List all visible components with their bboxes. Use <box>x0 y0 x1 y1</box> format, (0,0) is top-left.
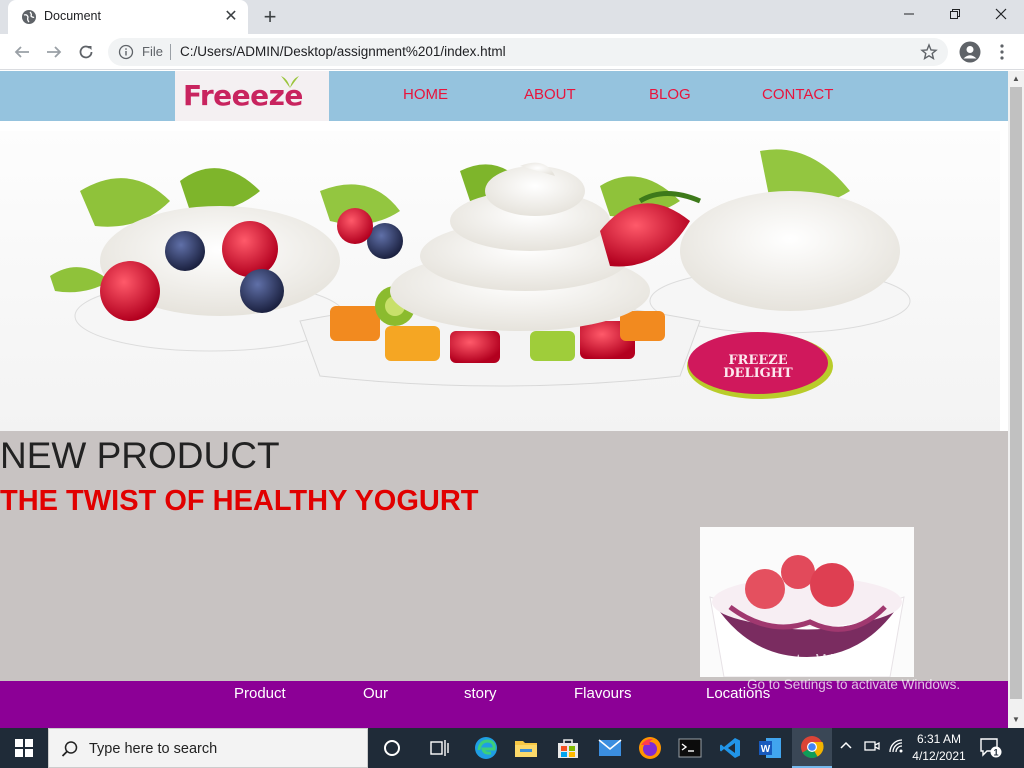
nav-blog[interactable]: BLOG <box>649 86 691 103</box>
close-icon <box>995 8 1007 20</box>
close-window-button[interactable] <box>978 0 1024 30</box>
product-title: NEW PRODUCT <box>0 435 280 476</box>
nav-about[interactable]: ABOUT <box>524 86 576 103</box>
vscode-app[interactable] <box>710 728 750 768</box>
system-clock[interactable]: 6:31 AM 4/12/2021 <box>904 731 974 765</box>
clock-date: 4/12/2021 <box>912 749 966 763</box>
url-scheme-label: File <box>142 44 163 59</box>
activate-windows-hint: Go to Settings to activate Windows. <box>747 677 961 692</box>
product-subtitle: THE TWIST OF HEALTHY YOGURT <box>0 485 479 517</box>
restore-icon <box>950 9 960 19</box>
new-product-section: NEW PRODUCT THE TWIST OF HEALTHY YOGURT <box>0 431 1008 681</box>
browser-menu-button[interactable] <box>990 40 1014 64</box>
word-icon: W <box>759 738 781 758</box>
close-tab-icon[interactable]: ✕ <box>222 8 240 26</box>
minimize-button[interactable] <box>886 0 932 30</box>
new-tab-button[interactable]: + <box>258 5 282 29</box>
activate-windows-watermark: Activate Windows <box>747 651 890 671</box>
hero-badge-line-2: DELIGHT <box>723 366 793 381</box>
footer-link-our[interactable]: Our <box>363 685 388 702</box>
forward-button[interactable] <box>42 40 66 64</box>
account-icon <box>959 41 981 63</box>
footer-link-flavours[interactable]: Flavours <box>574 685 632 702</box>
svg-text:W: W <box>761 744 771 755</box>
footer-link-story[interactable]: story <box>464 685 497 702</box>
firefox-icon <box>639 737 661 759</box>
show-hidden-icons-button[interactable] <box>840 738 852 753</box>
hero-banner: FREEZE DELIGHT <box>0 131 1000 431</box>
more-vert-icon <box>1000 44 1004 60</box>
site-header: Freeeze HOME ABOUT BLOG CONTACT <box>0 71 1008 121</box>
camera-icon <box>864 741 880 751</box>
scroll-down-arrow-icon[interactable]: ▼ <box>1008 712 1024 728</box>
page-scrollbar[interactable]: ▲ ▼ <box>1008 71 1024 728</box>
browser-tab[interactable]: Document ✕ <box>8 0 248 34</box>
firefox-app[interactable] <box>630 728 670 768</box>
page-viewport: Freeeze HOME ABOUT BLOG CONTACT FREEZE D… <box>0 71 1008 728</box>
arrow-right-icon <box>47 46 62 58</box>
clock-time: 6:31 AM <box>916 732 962 746</box>
cortana-circle-icon <box>384 740 400 756</box>
minimize-icon <box>904 13 914 15</box>
vscode-icon <box>720 738 740 758</box>
reload-icon <box>79 45 93 59</box>
search-placeholder: Type here to search <box>89 741 218 757</box>
terminal-app[interactable] <box>670 728 710 768</box>
start-button[interactable] <box>0 728 48 768</box>
footer-link-product[interactable]: Product <box>234 685 286 702</box>
notification-count: 1 <box>993 748 998 758</box>
profile-button[interactable] <box>958 40 982 64</box>
store-bag-icon <box>558 739 578 758</box>
chrome-icon <box>801 736 824 758</box>
task-view-icon <box>430 740 449 756</box>
frozen-yogurt-illustration: FREEZE DELIGHT <box>50 149 911 399</box>
taskbar: Type here to search W 6:31 AM 4/12/2021 … <box>0 728 1024 768</box>
scroll-up-arrow-icon[interactable]: ▲ <box>1008 71 1024 87</box>
restore-button[interactable] <box>932 0 978 30</box>
wifi-icon <box>889 739 903 753</box>
nav-home[interactable]: HOME <box>403 86 448 103</box>
arrow-left-icon <box>14 46 29 58</box>
scroll-thumb[interactable] <box>1010 87 1022 699</box>
taskbar-search-box[interactable]: Type here to search <box>48 728 368 768</box>
back-button[interactable] <box>10 40 34 64</box>
word-app[interactable]: W <box>750 728 790 768</box>
info-icon[interactable] <box>118 44 134 60</box>
reload-button[interactable] <box>74 40 98 64</box>
edge-app[interactable] <box>466 728 506 768</box>
browser-tab-strip: Document ✕ + <box>0 0 1024 34</box>
logo[interactable]: Freeeze <box>175 71 329 121</box>
task-view-button[interactable] <box>420 728 460 768</box>
edge-icon <box>475 737 497 759</box>
browser-toolbar: File C:/Users/ADMIN/Desktop/assignment%2… <box>0 34 1024 70</box>
bookmark-star-icon[interactable] <box>920 43 938 61</box>
url-separator <box>170 44 171 60</box>
folder-icon <box>515 741 537 757</box>
network-button[interactable] <box>888 738 904 757</box>
tab-title: Document <box>44 9 101 23</box>
search-icon <box>61 741 78 757</box>
url-text[interactable]: C:/Users/ADMIN/Desktop/assignment%201/in… <box>180 44 506 59</box>
terminal-icon <box>678 738 702 758</box>
notification-icon: 1 <box>980 738 1002 758</box>
action-center-button[interactable]: 1 <box>980 738 1002 758</box>
mail-app[interactable] <box>590 728 630 768</box>
file-explorer-app[interactable] <box>506 728 546 768</box>
leaf-icon <box>281 76 299 88</box>
store-app[interactable] <box>548 728 588 768</box>
chevron-up-icon <box>840 741 852 749</box>
address-bar[interactable]: File C:/Users/ADMIN/Desktop/assignment%2… <box>108 38 948 66</box>
chrome-app[interactable] <box>792 728 832 768</box>
meet-now-button[interactable] <box>864 738 880 757</box>
nav-contact[interactable]: CONTACT <box>762 86 833 103</box>
windows-logo-icon <box>15 739 33 757</box>
globe-icon <box>22 10 36 24</box>
mail-icon <box>598 739 622 756</box>
cortana-button[interactable] <box>372 728 412 768</box>
